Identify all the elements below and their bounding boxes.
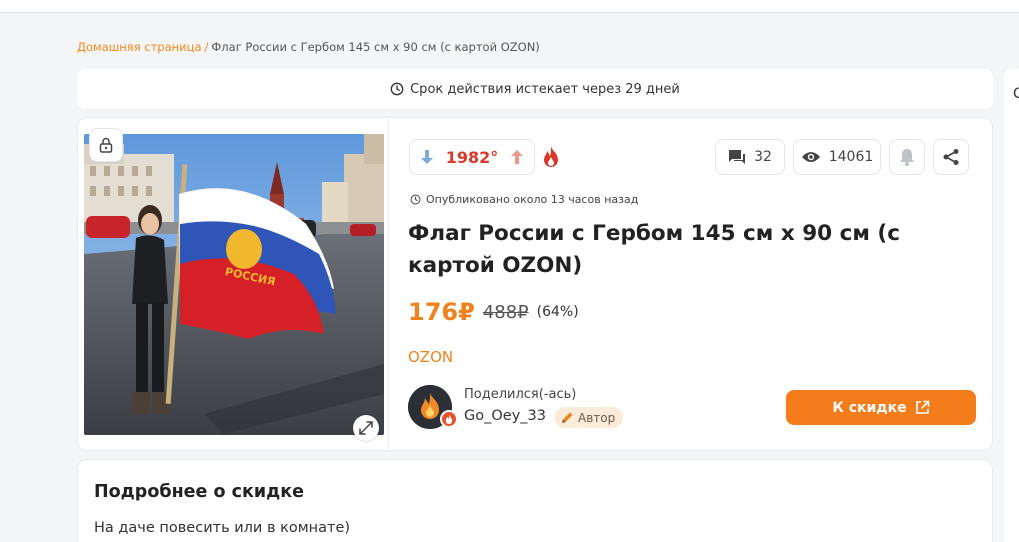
deal-card: РОССИЯ 1982° 32 14061 Опубликовано около… (77, 117, 993, 451)
deal-image[interactable]: РОССИЯ (84, 134, 384, 435)
breadcrumb-current: Флаг России с Гербом 145 см х 90 см (с к… (211, 40, 540, 54)
clock-icon (410, 194, 421, 205)
expiry-banner: Срок действия истекает через 29 дней (77, 69, 993, 109)
lock-icon (99, 137, 113, 153)
comments-button[interactable]: 32 (715, 139, 785, 175)
notify-button[interactable] (889, 139, 925, 175)
top-header-bar (0, 0, 1019, 13)
discount-percent: (64%) (536, 304, 579, 320)
comments-count: 32 (754, 149, 772, 165)
external-link-icon (915, 400, 929, 414)
share-icon (943, 149, 959, 165)
deal-temperature: 1982° (445, 147, 499, 167)
published-text: Опубликовано около 13 часов назад (426, 193, 639, 206)
deal-title[interactable]: Флаг России с Гербом 145 см х 90 см (с к… (408, 218, 968, 282)
expand-image-button[interactable] (353, 415, 379, 441)
views-count: 14061 (828, 149, 874, 165)
hot-fire-icon (544, 146, 558, 167)
deal-price: 176₽ (408, 298, 475, 326)
user-level-badge (440, 410, 458, 428)
views-stat: 14061 (793, 139, 881, 175)
vote-widget: 1982° (409, 139, 535, 175)
image-divider (388, 118, 389, 450)
go-to-deal-button[interactable]: К скидке (786, 390, 976, 425)
old-price: 488₽ (482, 301, 529, 323)
right-panel-text: С (1013, 86, 1019, 102)
clock-icon (390, 82, 404, 96)
breadcrumb-home-link[interactable]: Домашняя страница (77, 40, 202, 54)
comments-icon (729, 150, 746, 164)
eye-icon (801, 152, 820, 162)
details-text: На даче повесить или в комнате) (94, 520, 351, 536)
published-time: Опубликовано около 13 часов назад (410, 193, 638, 206)
username-link[interactable]: Go_Oey_33 (464, 408, 546, 424)
fire-badge-icon (445, 414, 453, 424)
expand-icon (359, 421, 373, 435)
author-badge: Автор (555, 407, 624, 428)
shared-by-label: Поделился(-ась) (464, 387, 577, 402)
lock-button[interactable] (89, 128, 123, 162)
author-badge-label: Автор (578, 410, 616, 425)
right-side-panel: С (1004, 69, 1019, 542)
vote-up-icon[interactable] (510, 149, 524, 165)
breadcrumb: Домашняя страница / Флаг России с Гербом 1… (77, 40, 540, 54)
breadcrumb-separator: / (204, 40, 209, 54)
share-button[interactable] (933, 139, 969, 175)
deal-photo: РОССИЯ (84, 134, 384, 435)
go-to-deal-label: К скидке (832, 399, 907, 416)
details-heading: Подробнее о скидке (94, 482, 304, 502)
bell-icon (900, 149, 914, 166)
deal-details-section: Подробнее о скидке На даче повесить или … (77, 459, 993, 542)
price-row: 176₽ 488₽ (64%) (408, 298, 579, 326)
expiry-text: Срок действия истекает через 29 дней (410, 81, 680, 97)
shop-link[interactable]: OZON (408, 348, 453, 366)
pencil-icon (562, 412, 573, 423)
vote-down-icon[interactable] (420, 149, 434, 165)
